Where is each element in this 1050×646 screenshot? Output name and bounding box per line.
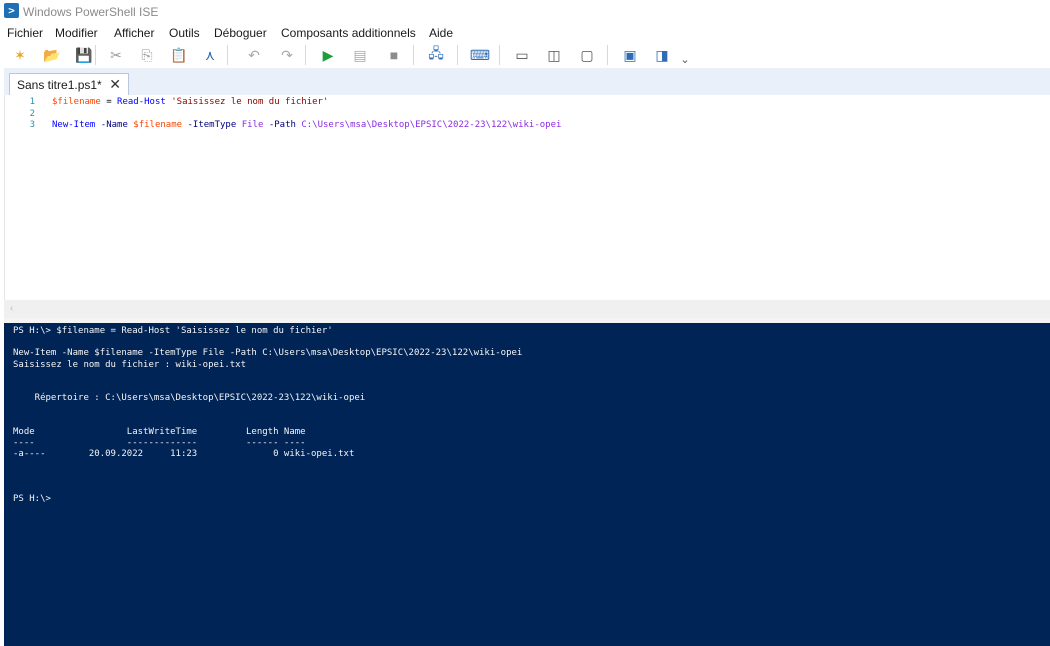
- toolbar-separator: [499, 45, 500, 65]
- menu-composants-additionnels[interactable]: Composants additionnels: [281, 26, 416, 40]
- toolbar-separator: [413, 45, 414, 65]
- close-tab-icon[interactable]: ✕: [109, 76, 121, 93]
- console-line: PS H:\>: [13, 494, 51, 504]
- code-token: -Name: [100, 120, 128, 130]
- code-text: $filename = Read-Host 'Saisissez le nom …: [52, 97, 328, 108]
- editor-horizontal-scrollbar[interactable]: ‹: [4, 300, 1050, 318]
- script-editor[interactable]: 1 $filename = Read-Host 'Saisissez le nom…: [4, 95, 1050, 300]
- code-token: -Path: [268, 120, 296, 130]
- window-title: Windows PowerShell ISE: [23, 5, 159, 19]
- undo-button[interactable]: ↶: [243, 44, 265, 66]
- menu-modifier[interactable]: Modifier: [55, 26, 98, 40]
- line-number: 1: [29, 97, 35, 107]
- script-tab-bar: Sans titre1.ps1* ✕: [4, 68, 1050, 96]
- clear-console-button[interactable]: ⋏: [199, 44, 221, 66]
- new-remote-tab-button[interactable]: 🖧: [425, 44, 447, 66]
- start-powershell-button[interactable]: ⌨: [469, 44, 491, 66]
- menu-aide[interactable]: Aide: [429, 26, 453, 40]
- toolbar-separator: [305, 45, 306, 65]
- show-script-top-button[interactable]: ▭: [511, 44, 533, 66]
- code-token: =: [100, 97, 118, 107]
- customize-toolbar-button[interactable]: ⌄: [680, 48, 690, 70]
- console-line: Saisissez le nom du fichier : wiki-opei.…: [13, 359, 246, 370]
- save-button[interactable]: 💾: [73, 44, 95, 66]
- menu-deboguer[interactable]: Déboguer: [214, 26, 267, 40]
- new-script-button[interactable]: ✶: [9, 44, 31, 66]
- code-line[interactable]: 2: [5, 109, 1045, 120]
- code-token: C:\Users\msa\Desktop\EPSIC\2022-23\122\w…: [301, 120, 562, 130]
- code-token: -ItemType: [187, 120, 237, 130]
- toolbar-separator: [95, 45, 96, 65]
- menu-outils[interactable]: Outils: [169, 26, 200, 40]
- code-token: File: [241, 120, 264, 130]
- menu-afficher[interactable]: Afficher: [114, 26, 154, 40]
- cut-button[interactable]: ✂: [105, 44, 127, 66]
- redo-button[interactable]: ↷: [276, 44, 298, 66]
- console-line: PS H:\> $filename = Read-Host 'Saisissez…: [13, 326, 333, 336]
- script-tab-label: Sans titre1.ps1*: [17, 78, 102, 92]
- code-text: New-Item -Name $filename -ItemType File …: [52, 120, 561, 131]
- menu-bar: Fichier Modifier Afficher Outils Débogue…: [0, 24, 1050, 42]
- open-button[interactable]: 📂: [41, 44, 63, 66]
- toolbar-separator: [607, 45, 608, 65]
- show-script-maximized-button[interactable]: ▢: [576, 44, 598, 66]
- code-token: $filename: [52, 97, 101, 107]
- toolbar: ✶ 📂 💾 ✂ ⎘ 📋 ⋏ ↶ ↷ ▶ ▤ ■ 🖧 ⌨ ▭ ◫ ▢ ▣ ◨ ⌄: [0, 42, 1050, 68]
- menu-fichier[interactable]: Fichier: [7, 26, 43, 40]
- paste-button[interactable]: 📋: [168, 44, 190, 66]
- console-line: Mode LastWriteTime Length Name: [13, 426, 306, 437]
- show-commands-button[interactable]: ▣: [619, 44, 641, 66]
- code-token: 'Saisissez le nom du fichier': [171, 97, 329, 107]
- copy-button[interactable]: ⎘: [136, 44, 158, 66]
- console-pane[interactable]: PS H:\> $filename = Read-Host 'Saisissez…: [4, 323, 1050, 646]
- run-script-button[interactable]: ▶: [317, 44, 339, 66]
- line-number: 3: [29, 120, 35, 130]
- title-bar: > Windows PowerShell ISE: [0, 0, 1050, 24]
- toolbar-separator: [457, 45, 458, 65]
- console-line: New-Item -Name $filename -ItemType File …: [13, 348, 523, 359]
- console-line: ---- ------------- ------ ----: [13, 438, 306, 448]
- show-addons-button[interactable]: ◨: [651, 44, 673, 66]
- scroll-left-icon[interactable]: ‹: [10, 303, 13, 314]
- code-token: Read-Host: [117, 97, 166, 107]
- line-number: 2: [29, 108, 35, 119]
- powershell-icon: >: [4, 3, 19, 18]
- run-selection-button[interactable]: ▤: [349, 44, 371, 66]
- code-token: $filename: [133, 120, 183, 130]
- show-script-right-button[interactable]: ◫: [543, 44, 565, 66]
- console-line: Répertoire : C:\Users\msa\Desktop\EPSIC\…: [13, 393, 366, 404]
- code-line[interactable]: 1 $filename = Read-Host 'Saisissez le nom…: [5, 97, 1045, 108]
- code-line[interactable]: 3 New-Item -Name $filename -ItemType File…: [5, 120, 1045, 131]
- toolbar-separator: [227, 45, 228, 65]
- stop-button[interactable]: ■: [383, 44, 405, 66]
- script-tab[interactable]: Sans titre1.ps1* ✕: [9, 73, 129, 96]
- console-line: -a---- 20.09.2022 11:23 0 wiki-opei.txt: [13, 449, 355, 460]
- code-token: New-Item: [52, 120, 96, 130]
